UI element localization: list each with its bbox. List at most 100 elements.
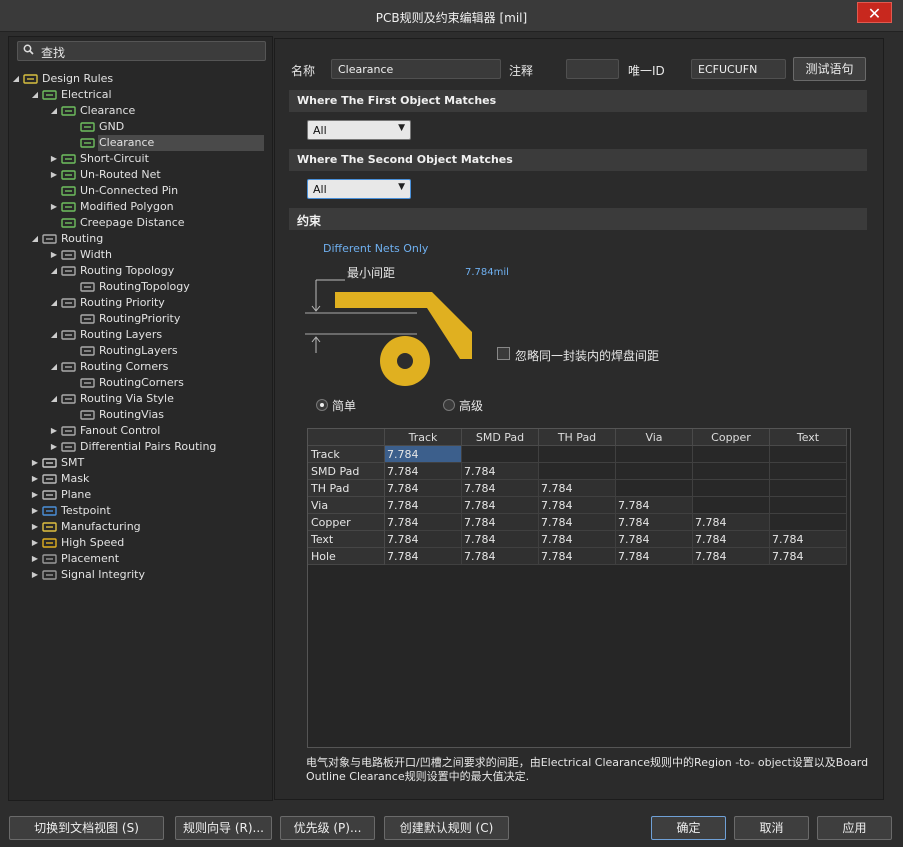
- matrix-cell[interactable]: 7.784: [616, 531, 693, 548]
- collapse-icon[interactable]: ◢: [49, 103, 59, 119]
- close-icon[interactable]: ✕: [857, 2, 892, 23]
- collapse-icon[interactable]: ◢: [30, 231, 40, 247]
- priority-button[interactable]: 优先级 (P)...: [280, 816, 375, 840]
- matrix-cell[interactable]: 7.784: [462, 514, 539, 531]
- tree-node[interactable]: ◢ Electrical: [9, 87, 272, 103]
- tree-node[interactable]: RoutingLayers: [9, 343, 272, 359]
- expand-icon[interactable]: ▶: [30, 471, 40, 487]
- collapse-icon[interactable]: ◢: [11, 71, 21, 87]
- tree-node[interactable]: ◢ Routing Corners: [9, 359, 272, 375]
- matrix-cell[interactable]: 7.784: [539, 497, 616, 514]
- expand-icon[interactable]: ▶: [30, 487, 40, 503]
- matrix-cell[interactable]: 7.784: [462, 480, 539, 497]
- cancel-button[interactable]: 取消: [734, 816, 809, 840]
- tree-node[interactable]: Clearance: [9, 135, 272, 151]
- matrix-cell[interactable]: 7.784: [539, 531, 616, 548]
- tree-node[interactable]: ▶ Signal Integrity: [9, 567, 272, 583]
- advanced-mode-radio[interactable]: [443, 399, 455, 411]
- tree-node[interactable]: GND: [9, 119, 272, 135]
- search-input[interactable]: 查找: [17, 41, 266, 61]
- expand-icon[interactable]: ▶: [30, 455, 40, 471]
- tree-node[interactable]: RoutingPriority: [9, 311, 272, 327]
- matrix-cell[interactable]: 7.784: [385, 480, 462, 497]
- matrix-cell[interactable]: 7.784: [616, 497, 693, 514]
- expand-icon[interactable]: ▶: [49, 247, 59, 263]
- matrix-cell[interactable]: 7.784: [462, 463, 539, 480]
- collapse-icon[interactable]: ◢: [49, 295, 59, 311]
- doc-view-button[interactable]: 切换到文档视图 (S): [9, 816, 164, 840]
- apply-button[interactable]: 应用: [817, 816, 892, 840]
- name-field[interactable]: Clearance: [331, 59, 501, 79]
- matrix-cell[interactable]: 7.784: [693, 514, 770, 531]
- matrix-cell[interactable]: 7.784: [539, 480, 616, 497]
- tree-node[interactable]: RoutingTopology: [9, 279, 272, 295]
- tree-node[interactable]: ▶ Fanout Control: [9, 423, 272, 439]
- tree-node[interactable]: ▶ Mask: [9, 471, 272, 487]
- matrix-cell[interactable]: 7.784: [616, 548, 693, 565]
- expand-icon[interactable]: ▶: [30, 535, 40, 551]
- tree-node[interactable]: ▶ Modified Polygon: [9, 199, 272, 215]
- matrix-cell[interactable]: 7.784: [462, 497, 539, 514]
- collapse-icon[interactable]: ◢: [49, 391, 59, 407]
- tree-node[interactable]: ◢ Design Rules: [9, 71, 272, 87]
- tree-node[interactable]: ◢ Routing Layers: [9, 327, 272, 343]
- tree-node[interactable]: Un-Connected Pin: [9, 183, 272, 199]
- tree-node[interactable]: ◢ Clearance: [9, 103, 272, 119]
- test-query-button[interactable]: 测试语句: [793, 57, 866, 81]
- matrix-cell[interactable]: 7.784: [770, 548, 847, 565]
- tree-node[interactable]: ◢ Routing Via Style: [9, 391, 272, 407]
- expand-icon[interactable]: ▶: [30, 567, 40, 583]
- unique-id-field[interactable]: ECFUCUFN: [691, 59, 786, 79]
- rule-wizard-button[interactable]: 规则向导 (R)...: [175, 816, 272, 840]
- tree-node[interactable]: ▶ Testpoint: [9, 503, 272, 519]
- matrix-cell[interactable]: 7.784: [770, 531, 847, 548]
- expand-icon[interactable]: ▶: [49, 151, 59, 167]
- matrix-cell[interactable]: 7.784: [462, 531, 539, 548]
- tree-node[interactable]: ◢ Routing: [9, 231, 272, 247]
- net-scope-link[interactable]: Different Nets Only: [323, 242, 428, 255]
- expand-icon[interactable]: ▶: [49, 167, 59, 183]
- matrix-cell[interactable]: 7.784: [616, 514, 693, 531]
- matrix-cell[interactable]: 7.784: [385, 446, 462, 463]
- matrix-cell[interactable]: 7.784: [385, 514, 462, 531]
- create-default-rules-button[interactable]: 创建默认规则 (C): [384, 816, 509, 840]
- tree-node[interactable]: ▶ Plane: [9, 487, 272, 503]
- tree-node[interactable]: ▶ Short-Circuit: [9, 151, 272, 167]
- tree-node[interactable]: ▶ Differential Pairs Routing: [9, 439, 272, 455]
- matrix-cell[interactable]: 7.784: [539, 548, 616, 565]
- tree-node[interactable]: ◢ Routing Priority: [9, 295, 272, 311]
- tree-node[interactable]: ▶ Manufacturing: [9, 519, 272, 535]
- expand-icon[interactable]: ▶: [30, 551, 40, 567]
- tree-node[interactable]: Creepage Distance: [9, 215, 272, 231]
- matrix-cell[interactable]: 7.784: [462, 548, 539, 565]
- collapse-icon[interactable]: ◢: [49, 327, 59, 343]
- tree-node[interactable]: ▶ Un-Routed Net: [9, 167, 272, 183]
- collapse-icon[interactable]: ◢: [49, 359, 59, 375]
- expand-icon[interactable]: ▶: [49, 423, 59, 439]
- ignore-pad-checkbox[interactable]: [497, 347, 510, 360]
- tree-node[interactable]: ▶ High Speed: [9, 535, 272, 551]
- expand-icon[interactable]: ▶: [49, 199, 59, 215]
- collapse-icon[interactable]: ◢: [49, 263, 59, 279]
- matrix-cell[interactable]: 7.784: [539, 514, 616, 531]
- tree-node[interactable]: ▶ Placement: [9, 551, 272, 567]
- matrix-cell[interactable]: 7.784: [385, 531, 462, 548]
- expand-icon[interactable]: ▶: [30, 519, 40, 535]
- first-object-combo[interactable]: All ▼: [307, 120, 411, 140]
- simple-mode-radio[interactable]: [316, 399, 328, 411]
- tree-node[interactable]: ▶ Width: [9, 247, 272, 263]
- matrix-cell[interactable]: 7.784: [693, 531, 770, 548]
- comment-field[interactable]: [566, 59, 619, 79]
- tree-node[interactable]: RoutingVias: [9, 407, 272, 423]
- matrix-cell[interactable]: 7.784: [385, 548, 462, 565]
- second-object-combo[interactable]: All ▼: [307, 179, 411, 199]
- tree-node[interactable]: RoutingCorners: [9, 375, 272, 391]
- expand-icon[interactable]: ▶: [30, 503, 40, 519]
- tree-node[interactable]: ▶ SMT: [9, 455, 272, 471]
- matrix-cell[interactable]: 7.784: [693, 548, 770, 565]
- matrix-cell[interactable]: 7.784: [385, 497, 462, 514]
- tree-node[interactable]: ◢ Routing Topology: [9, 263, 272, 279]
- ok-button[interactable]: 确定: [651, 816, 726, 840]
- collapse-icon[interactable]: ◢: [30, 87, 40, 103]
- expand-icon[interactable]: ▶: [49, 439, 59, 455]
